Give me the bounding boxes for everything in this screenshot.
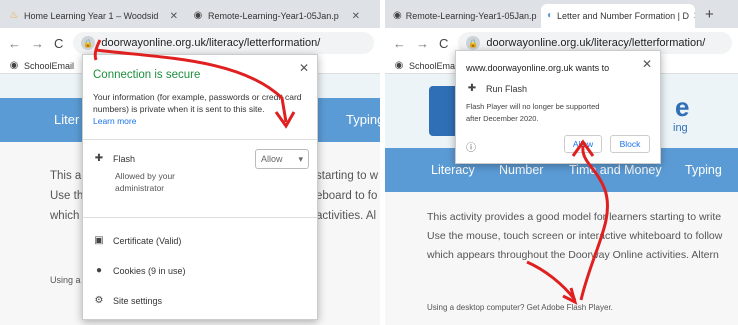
- activity-text: This activity provides a good model for …: [427, 208, 722, 265]
- close-icon[interactable]: ✕: [170, 11, 178, 22]
- text-line: This a: [50, 170, 82, 182]
- run-flash-row: ✚ Run Flash: [466, 83, 527, 95]
- tab-remote-learning[interactable]: ◉ Remote-Learning-Year1-05Jan.p ✕: [186, 4, 366, 28]
- activity-text-right: starting to w eboard to fo activities. A…: [316, 166, 378, 226]
- nav-typing[interactable]: Typing: [685, 148, 722, 192]
- tab-label: Letter and Number Formation | D: [557, 11, 689, 21]
- text-line: which appears throughout the Doorway Onl…: [427, 249, 719, 261]
- block-button[interactable]: Block: [610, 135, 650, 153]
- close-icon[interactable]: ✕: [352, 11, 360, 22]
- close-icon[interactable]: ✕: [693, 11, 695, 22]
- tab-strip: ♨ Home Learning Year 1 – Woodsid ✕ ◉ Rem…: [0, 0, 380, 28]
- popup-body-text: Your information (for example, passwords…: [93, 92, 302, 114]
- tab-label: Home Learning Year 1 – Woodsid: [24, 11, 159, 21]
- certificate-row[interactable]: ▣ Certificate (Valid): [93, 235, 181, 247]
- new-tab-button[interactable]: +: [705, 6, 714, 23]
- flame-icon: ♨: [9, 10, 19, 21]
- text-line: Use th: [50, 190, 84, 202]
- left-browser-window: ♨ Home Learning Year 1 – Woodsid ✕ ◉ Rem…: [0, 0, 380, 325]
- close-icon[interactable]: ✕: [642, 57, 652, 71]
- nav-typing[interactable]: Typing: [346, 98, 380, 142]
- site-settings-label: Site settings: [113, 296, 163, 306]
- tab-strip: ◉ Remote-Learning-Year1-05Jan.p ✕ ◐ Lett…: [385, 0, 738, 28]
- popup-title: www.doorwayonline.org.uk wants to: [466, 63, 610, 73]
- back-icon[interactable]: ←: [393, 36, 406, 51]
- back-icon[interactable]: ←: [8, 36, 21, 51]
- url-text: doorwayonline.org.uk/literacy/letterform…: [486, 37, 706, 49]
- activity-text-left: This a Use th which: [50, 166, 83, 226]
- select-value: Allow: [261, 154, 283, 164]
- flash-label: Flash: [113, 154, 136, 164]
- globe-icon: ◉: [193, 10, 203, 21]
- text-line: Use the mouse, touch screen or interacti…: [427, 230, 723, 242]
- text-line: eboard to fo: [316, 190, 378, 202]
- help-icon[interactable]: ⓘ: [466, 139, 476, 154]
- reload-icon[interactable]: C: [54, 36, 63, 51]
- tab-home-learning[interactable]: ♨ Home Learning Year 1 – Woodsid ✕: [2, 4, 184, 28]
- popup-body: Your information (for example, passwords…: [93, 91, 307, 127]
- get-flash-text[interactable]: Using a desktop computer? Get Adobe Flas…: [427, 298, 613, 318]
- globe-icon: ◉: [393, 10, 402, 21]
- forward-icon[interactable]: →: [416, 36, 429, 51]
- learn-more-link[interactable]: Learn more: [93, 115, 307, 127]
- connection-info-popup: ✕ Connection is secure Your information …: [82, 54, 318, 320]
- gear-icon: ⚙: [94, 295, 104, 306]
- certificate-icon: ▣: [94, 235, 104, 246]
- text-line: activities. Al: [316, 210, 377, 222]
- using-text: Using a: [50, 275, 81, 285]
- tab-label: Remote-Learning-Year1-05Jan.p: [208, 11, 339, 21]
- text-line: which: [50, 210, 80, 222]
- bookmark-schoolemail[interactable]: SchoolEmail: [409, 61, 459, 71]
- doorway-icon: ◐: [547, 10, 554, 21]
- puzzle-icon: ✚: [467, 83, 477, 94]
- screenshot-divider: [380, 0, 385, 325]
- certificate-label: Certificate (Valid): [113, 236, 182, 246]
- cookie-icon: ●: [95, 265, 103, 276]
- flash-permission-popup: ✕ www.doorwayonline.org.uk wants to ✚ Ru…: [455, 50, 661, 164]
- flash-sublabel: Allowed by your administrator: [115, 171, 176, 193]
- globe-icon: ◉: [9, 59, 19, 71]
- site-settings-row[interactable]: ⚙ Site settings: [93, 295, 163, 307]
- lock-icon[interactable]: 🔒: [81, 36, 96, 50]
- tab-letter-formation[interactable]: ◐ Letter and Number Formation | D ✕: [541, 4, 695, 28]
- tab-label: Remote-Learning-Year1-05Jan.p: [405, 11, 537, 21]
- globe-icon: ◉: [394, 59, 404, 71]
- flash-permission-select[interactable]: Allow ▾: [255, 149, 309, 169]
- divider: [83, 139, 317, 140]
- url-field[interactable]: 🔒 doorwayonline.org.uk/literacy/letterfo…: [73, 32, 374, 54]
- logo-text: e: [675, 92, 690, 122]
- allow-button[interactable]: Allow: [564, 135, 602, 153]
- cookies-row[interactable]: ● Cookies (9 in use): [93, 265, 186, 277]
- forward-icon[interactable]: →: [31, 36, 44, 51]
- divider: [83, 217, 317, 218]
- flash-row: ✚ Flash: [93, 153, 135, 165]
- right-browser-window: ◉ Remote-Learning-Year1-05Jan.p ✕ ◐ Lett…: [385, 0, 738, 325]
- url-text: doorwayonline.org.uk/literacy/letterform…: [101, 37, 321, 49]
- close-icon[interactable]: ✕: [299, 61, 309, 75]
- text-line: This activity provides a good model for …: [427, 211, 722, 223]
- flash-note: Flash Player will no longer be supported…: [466, 102, 600, 123]
- nav-literacy[interactable]: Liter: [54, 98, 79, 142]
- logo-subtext: ing: [673, 122, 688, 134]
- run-flash-label: Run Flash: [486, 84, 528, 94]
- puzzle-icon: ✚: [94, 153, 104, 164]
- reload-icon[interactable]: C: [439, 36, 448, 51]
- bookmark-schoolemail[interactable]: SchoolEmail: [24, 61, 74, 71]
- chevron-down-icon: ▾: [298, 153, 303, 164]
- popup-title: Connection is secure: [93, 69, 201, 81]
- lock-icon[interactable]: 🔒: [466, 36, 481, 50]
- text-line: starting to w: [316, 170, 378, 182]
- tab-remote-learning[interactable]: ◉ Remote-Learning-Year1-05Jan.p ✕: [387, 4, 537, 28]
- cookies-label: Cookies (9 in use): [113, 266, 186, 276]
